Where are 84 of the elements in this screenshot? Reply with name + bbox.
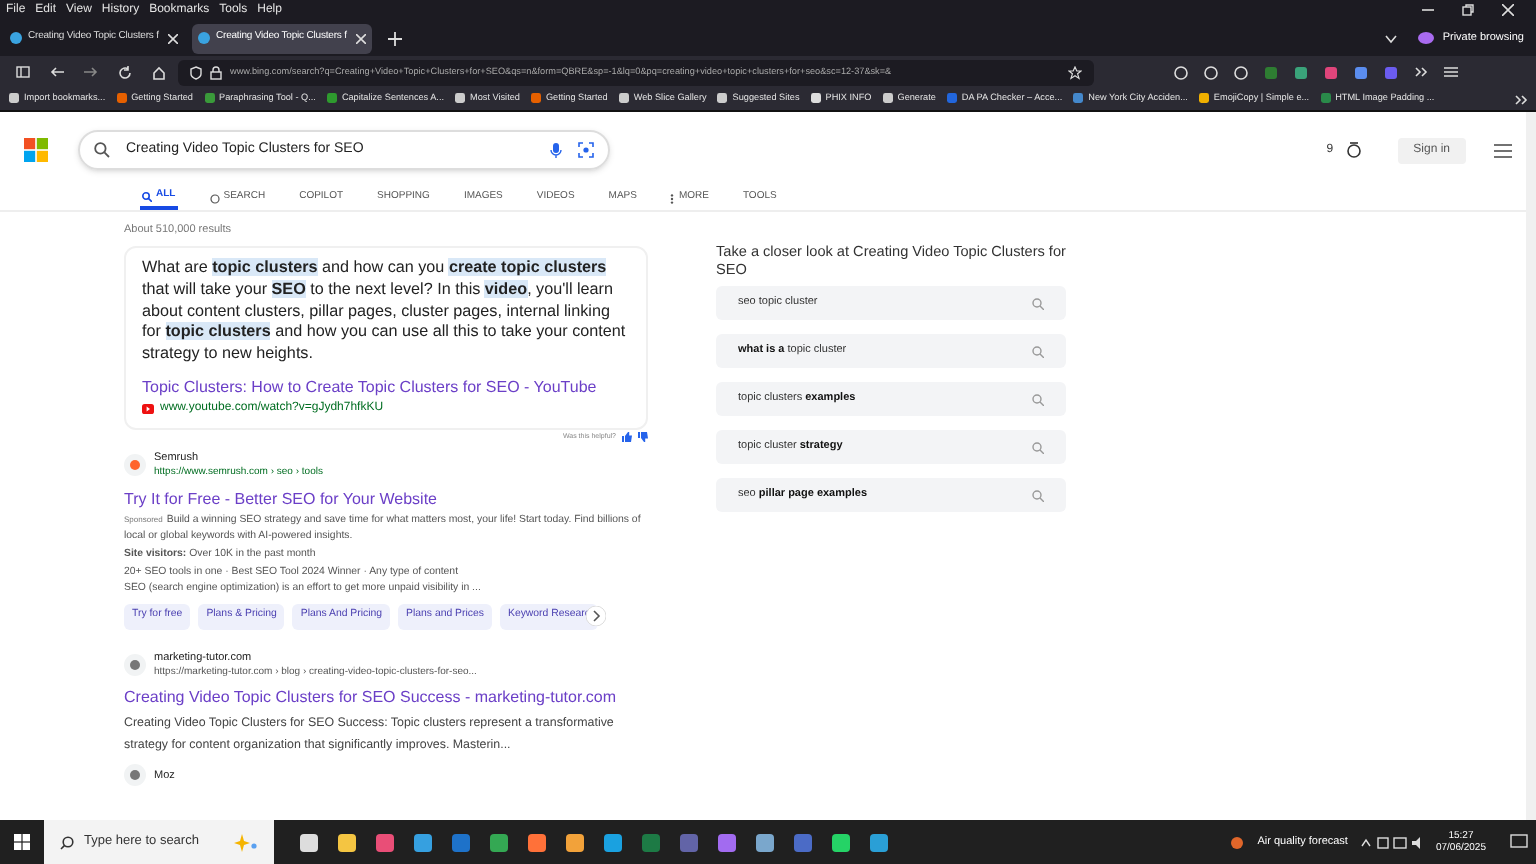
extension-icon[interactable] bbox=[1384, 65, 1398, 79]
search-icon bbox=[60, 835, 74, 849]
bookmark-icon bbox=[325, 92, 338, 105]
extension-icon[interactable] bbox=[1324, 65, 1338, 79]
app-icon[interactable] bbox=[564, 831, 586, 853]
app-icon[interactable] bbox=[488, 831, 510, 853]
app-icon[interactable] bbox=[374, 831, 396, 853]
search-icon bbox=[1032, 489, 1044, 501]
weather-icon bbox=[1227, 833, 1246, 851]
sparkle-icon bbox=[234, 833, 258, 851]
reload-icon[interactable] bbox=[118, 65, 132, 79]
tray-icons[interactable] bbox=[1359, 835, 1424, 849]
result-link[interactable]: Try It for Free - Better SEO for Your Website bbox=[124, 487, 648, 510]
overflow-icon[interactable] bbox=[1514, 93, 1528, 105]
search-icon bbox=[1032, 297, 1044, 309]
search-icon bbox=[1032, 345, 1044, 357]
play-icon bbox=[142, 403, 154, 414]
sidebar-icon[interactable] bbox=[16, 66, 30, 78]
bookmark-icon bbox=[203, 92, 215, 105]
more-icon bbox=[670, 193, 675, 203]
bookmark-icon bbox=[617, 92, 630, 105]
bookmark-icon bbox=[529, 92, 542, 105]
close-icon[interactable] bbox=[1502, 4, 1514, 16]
toolbar-icon[interactable] bbox=[1204, 65, 1218, 79]
extension-icon[interactable] bbox=[1264, 65, 1278, 79]
extension-icon[interactable] bbox=[1354, 65, 1368, 79]
bookmark-icon bbox=[716, 92, 729, 105]
search-icon bbox=[142, 191, 152, 201]
minimize-icon[interactable] bbox=[1422, 4, 1434, 16]
microphone-icon[interactable] bbox=[550, 142, 562, 158]
search-icon[interactable] bbox=[94, 142, 110, 158]
home-icon[interactable] bbox=[152, 65, 166, 79]
notification-icon[interactable] bbox=[1510, 834, 1528, 850]
site-icon bbox=[124, 764, 146, 787]
bookmark-icon bbox=[115, 92, 128, 105]
bookmark-icon bbox=[8, 92, 20, 105]
thumbs-down-icon[interactable] bbox=[638, 431, 648, 442]
new-tab-icon[interactable] bbox=[388, 31, 402, 45]
overflow-icon[interactable] bbox=[1414, 66, 1428, 78]
app-icon[interactable] bbox=[754, 831, 776, 853]
restore-icon[interactable] bbox=[1462, 4, 1474, 16]
bookmark-icon bbox=[1197, 92, 1210, 105]
result-link[interactable]: Topic Clusters: How to Create Topic Clusters for SEO - YouTube bbox=[142, 375, 630, 400]
copilot-icon bbox=[209, 193, 220, 203]
thumbs-up-icon[interactable] bbox=[622, 431, 632, 442]
app-icon[interactable] bbox=[868, 831, 890, 853]
chevron-right-icon[interactable] bbox=[585, 606, 606, 627]
shield-icon bbox=[190, 65, 202, 79]
toolbar-icon[interactable] bbox=[1174, 65, 1188, 79]
mask-icon bbox=[1418, 32, 1435, 44]
bing-icon bbox=[198, 32, 210, 44]
bookmark-icon bbox=[945, 92, 958, 105]
search-icon bbox=[1032, 441, 1044, 453]
app-icon[interactable] bbox=[526, 831, 548, 853]
chevron-down-icon[interactable] bbox=[1384, 33, 1399, 43]
extension-icon[interactable] bbox=[1294, 65, 1308, 79]
close-icon[interactable] bbox=[356, 33, 366, 43]
result-link[interactable]: Creating Video Topic Clusters for SEO Success - marketing-tutor.com bbox=[124, 686, 648, 709]
windows-logo-icon bbox=[24, 138, 48, 162]
visual-search-icon[interactable] bbox=[578, 142, 594, 158]
site-icon bbox=[124, 654, 146, 677]
app-icon[interactable] bbox=[336, 831, 358, 853]
bookmark-icon bbox=[1319, 92, 1332, 105]
forward-icon[interactable] bbox=[84, 66, 98, 78]
rewards-icon[interactable] bbox=[1345, 142, 1362, 158]
app-icon[interactable] bbox=[830, 831, 852, 853]
app-icon[interactable] bbox=[716, 831, 738, 853]
toolbar-icon[interactable] bbox=[1234, 65, 1248, 79]
task-view-icon[interactable] bbox=[298, 831, 320, 853]
close-icon[interactable] bbox=[168, 33, 178, 43]
menu-icon[interactable] bbox=[1494, 143, 1512, 157]
answer-text: What are topic clusters and how can you create topic clusters that will take your SEO to the next level? In this video, you'll learn about content clusters, pillar pages, cluster pages, internal linking for topic clusters and how you can use all this to take your content strategy to new heights. bbox=[142, 258, 628, 366]
bing-icon bbox=[10, 32, 22, 44]
bookmark-icon bbox=[1072, 92, 1085, 105]
search-icon bbox=[1032, 393, 1044, 405]
back-icon[interactable] bbox=[50, 66, 64, 78]
bookmark-icon bbox=[881, 92, 894, 105]
bookmark-icon bbox=[809, 92, 822, 105]
site-icon bbox=[124, 454, 146, 477]
app-icon[interactable] bbox=[602, 831, 624, 853]
bookmark-icon bbox=[454, 92, 467, 105]
star-icon[interactable] bbox=[1068, 65, 1082, 79]
app-icon[interactable] bbox=[412, 831, 434, 853]
lock-icon bbox=[210, 65, 222, 79]
